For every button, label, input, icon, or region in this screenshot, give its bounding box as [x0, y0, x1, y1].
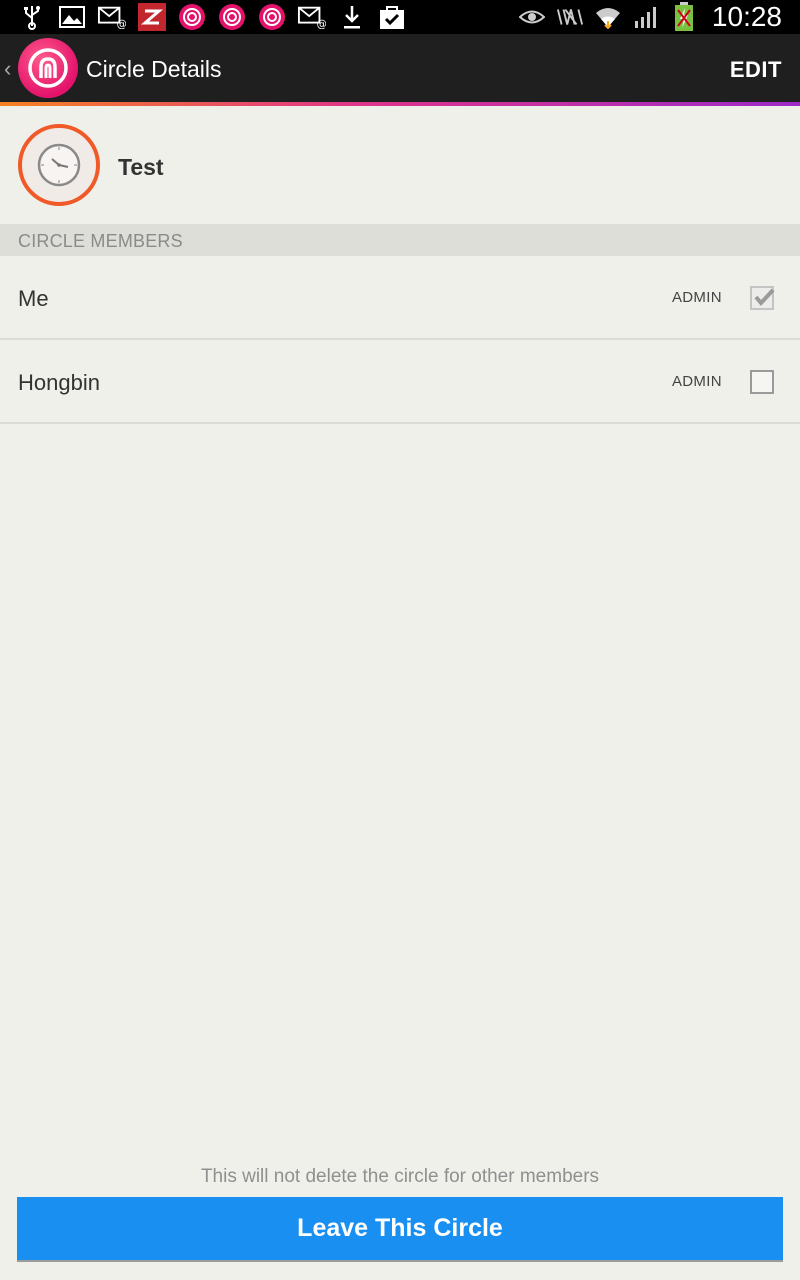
signal-icon	[632, 3, 660, 31]
eye-icon	[518, 3, 546, 31]
notification-icons: @ @	[18, 3, 406, 31]
usb-icon	[18, 3, 46, 31]
wifi-icon	[594, 3, 622, 31]
status-bar: @ @ 10:28	[0, 0, 800, 34]
back-chevron-icon[interactable]: ‹	[4, 56, 11, 82]
svg-text:@: @	[317, 18, 326, 29]
admin-label: ADMIN	[672, 289, 722, 306]
member-name: Me	[18, 286, 49, 311]
admin-checkbox[interactable]	[750, 370, 774, 394]
page-title: Circle Details	[86, 56, 222, 82]
member-name: Hongbin	[18, 370, 100, 395]
life360-icon	[258, 3, 286, 31]
circle-avatar[interactable]	[18, 124, 100, 206]
member-row[interactable]: Hongbin ADMIN	[0, 340, 800, 424]
row-divider	[0, 422, 800, 424]
email-at-icon: @	[298, 3, 326, 31]
email-at-icon: @	[98, 3, 126, 31]
download-icon	[338, 3, 366, 31]
life360-icon	[218, 3, 246, 31]
svg-text:@: @	[117, 18, 126, 29]
life360-icon	[178, 3, 206, 31]
clock: 10:28	[711, 1, 782, 32]
clock-icon	[37, 143, 81, 187]
image-icon	[58, 3, 86, 31]
leave-circle-button[interactable]: Leave This Circle	[17, 1197, 783, 1260]
system-icons: 10:28	[518, 0, 782, 34]
leave-note: This will not delete the circle for othe…	[200, 1166, 600, 1187]
checkmark-icon	[754, 288, 775, 307]
members-section-header: CIRCLE MEMBERS	[0, 224, 800, 256]
bag-check-icon	[378, 3, 406, 31]
admin-checkbox[interactable]	[750, 286, 775, 310]
nfc-vibrate-icon	[556, 3, 584, 31]
circle-name: Test	[118, 154, 164, 180]
admin-label: ADMIN	[672, 373, 722, 390]
action-bar: ‹ Circle Details EDIT	[0, 34, 800, 106]
battery-charging-icon	[670, 2, 698, 31]
member-row[interactable]: Me ADMIN	[0, 256, 800, 340]
circle-header: Test	[0, 106, 800, 224]
zinio-icon	[138, 3, 166, 31]
section-header-label: CIRCLE MEMBERS	[18, 231, 183, 251]
life360-logo-icon[interactable]	[18, 38, 78, 98]
edit-button[interactable]: EDIT	[730, 57, 782, 83]
